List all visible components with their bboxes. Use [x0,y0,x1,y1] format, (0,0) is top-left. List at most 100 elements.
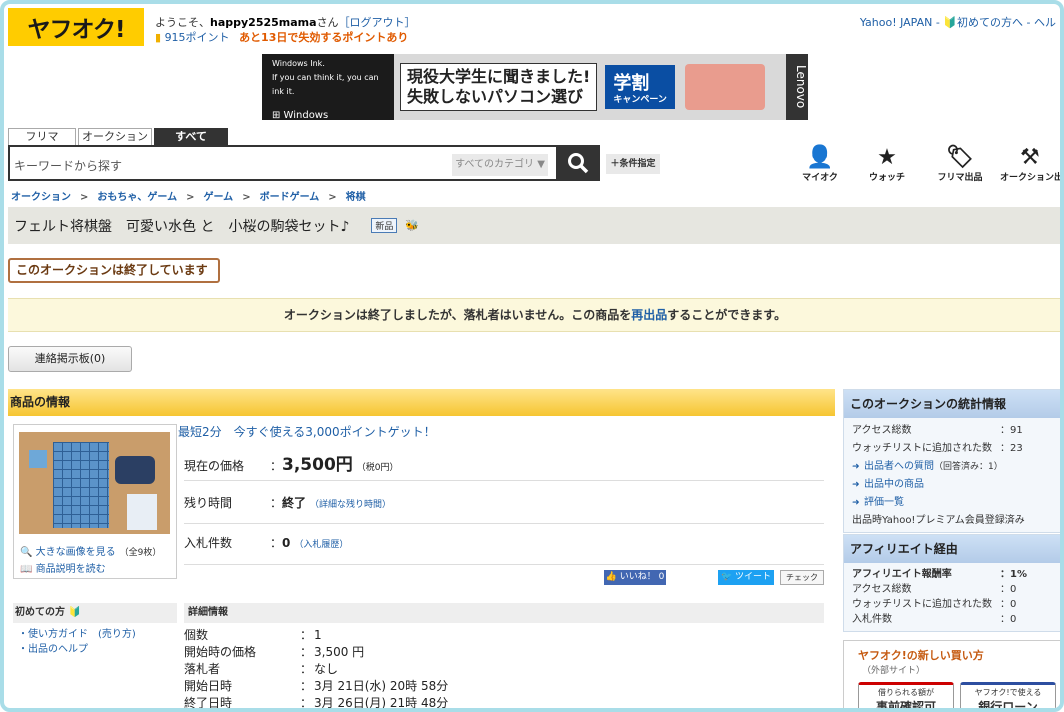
selling-help-link[interactable]: ・出品のヘルプ [18,644,88,655]
detail-row-end-date: 終了日時 ： 3月 26日(月) 21時 48分 [184,695,449,710]
bids-value: 0 [282,536,291,550]
tab-auction[interactable]: オークション [78,128,152,145]
like-button[interactable]: 👍 いいね！ 0 [604,570,666,585]
guide-link[interactable]: ・使い方ガイド (売り方) [18,629,136,640]
affiliate-rate: アフィリエイト報酬率 ： 1% [852,567,1054,582]
premium-note: 出品時Yahoo!プレミアム会員登録済み [852,515,1025,526]
relist-link[interactable]: 再出品 [631,308,667,322]
bid-history-link[interactable]: （入札履歴） [294,540,348,550]
relist-notice: オークションは終了しましたが、落札者はいません。この商品を再出品することができま… [8,298,1060,332]
remaining-time: 残り時間 ：終了 （詳細な残り時間） [184,494,391,511]
current-price: 現在の価格 ：3,500円 （税0円） [184,450,399,475]
affiliate-access-value: 0 [1010,584,1017,595]
time-detail-link[interactable]: （詳細な残り時間） [310,500,391,510]
detail-value: 3月 26日(月) 21時 48分 [314,696,449,710]
bee-icon: 🐝 [405,219,420,232]
affiliate-bids: 入札件数 ： 0 [852,612,1054,627]
win-line2: If you can think it, you can ink it. [272,73,379,96]
lenovo-ad: 現役大学生に聞きました! 失敗しないパソコン選び 学割 キャンペーン [394,54,786,120]
detail-row-winner: 落札者 ：なし [184,661,448,678]
tab-all[interactable]: すべて [154,128,228,145]
colon: ： [300,679,313,693]
affiliate-rate-label: アフィリエイト報酬率 [852,569,952,580]
colon: ： [1000,443,1010,454]
time-label: 残り時間 [184,496,233,510]
detail-key: 個数 [184,628,209,642]
breadcrumb-sep: > [328,192,337,203]
message-board-button[interactable]: 連絡掲示板(0) [8,346,132,372]
ad-headline-1: 現役大学生に聞きました! [407,67,591,86]
top-links[interactable]: Yahoo! JAPAN - 🔰初めての方へ - ヘル [860,14,1056,30]
affiliate-access: アクセス総数 ： 0 [852,582,1054,597]
category-select[interactable]: すべてのカテゴリ ▼ [452,154,548,176]
points-info: ▮ 915ポイント あと13日で失効するポイントあり [155,29,408,45]
breadcrumb-game[interactable]: ゲーム [203,192,233,203]
pre-check-button[interactable]: 借りられる額が 事前確認可 [858,682,954,708]
points-expire-notice[interactable]: あと13日で失効するポイントあり [239,31,408,44]
tag-icon: 🏷 [946,145,974,170]
bank-loan-button[interactable]: ヤフオク!で使える 銀行ローン [960,682,1056,708]
search-button[interactable] [556,145,600,181]
win-line1: Windows Ink. [272,59,325,68]
selling-items-link[interactable]: 出品中の商品 [852,479,924,490]
windows-logo: ⊞ Windows [272,110,329,121]
affiliate-bids-label: 入札件数 [852,614,892,625]
stats-question: 出品者への質問（回答済み：1） [852,458,1054,476]
nav-watch[interactable]: ★ ウォッチ [857,146,917,184]
description-link[interactable]: 商品説明を読む [36,564,106,575]
campaign-title: 学割 [613,73,650,94]
points-promo-link[interactable]: 最短2分 今すぐ使える3,000ポイントゲット！ [178,423,436,440]
nav-auction-sell-label: オークション出品 [1000,173,1064,183]
affiliate-access-label: アクセス総数 [852,584,912,595]
affiliate-header: アフィリエイト経由 [844,535,1060,563]
colon: ： [1000,425,1010,436]
colon: ： [300,645,313,659]
pre-check-sub: 借りられる額が [878,688,934,697]
nav-myauction[interactable]: 👤 マイオク [790,146,850,184]
search-tabs: フリマ オークション すべて [8,128,228,145]
price-value: 3,500円 [282,455,353,475]
bid-count: 入札件数 ：0 （入札履歴） [184,534,348,551]
breadcrumb-shogi[interactable]: 将棋 [346,192,366,203]
breadcrumb-auction[interactable]: オークション [11,192,71,203]
tweet-button[interactable]: 🐦 ツイート [718,570,774,585]
item-thumbnail[interactable] [19,432,170,534]
seller-question-link[interactable]: 出品者への質問 [852,461,934,472]
logout-link[interactable]: ［ログアウト］ [339,16,416,29]
price-tax: （税0円） [356,463,399,473]
breadcrumb-boardgame[interactable]: ボードゲーム [260,192,320,203]
search-input[interactable]: キーワードから探す すべてのカテゴリ ▼ [8,145,556,181]
welcome-suffix: さん [316,16,339,29]
nav-myauction-label: マイオク [802,173,838,183]
nav-watch-label: ウォッチ [868,173,905,183]
new-buying-panel: ヤフオク!の新しい買い方 （外部サイト） 借りられる額が 事前確認可 ヤフオク!で使… [843,640,1060,708]
breadcrumb-toys[interactable]: おもちゃ、ゲーム [97,192,177,203]
rating-list-link[interactable]: 評価一覧 [852,497,904,508]
colon: ： [270,496,283,510]
book-icon: 📖 [20,564,33,575]
stats-header: このオークションの統計情報 [844,390,1060,418]
colon: ： [1000,614,1010,625]
thumb-pouch [115,456,155,484]
details-table: 個数： 1 開始時の価格： 3,500 円 落札者：なし 開始日時： 3月 21日(水… [184,627,449,710]
detail-value: 1 [314,628,322,642]
tab-furima[interactable]: フリマ [8,128,76,145]
username: happy2525mama [210,16,317,29]
magnifier-icon: 🔍 [20,547,33,558]
ad-banner[interactable]: Windows Ink. If you can think it, you ca… [262,54,808,121]
yahuoku-logo[interactable]: ヤフオク! [8,8,144,46]
nav-furima-sell[interactable]: 🏷 フリマ出品 [930,145,990,184]
affiliate-rate-value: 1% [1010,569,1027,580]
first-time-header: 初めての方 🔰 [13,603,177,623]
conditions-button[interactable]: ＋条件指定 [606,154,660,174]
nav-auction-sell[interactable]: ⚒ オークション出品 [1000,146,1064,183]
social-buttons: 👍 いいね！ 0 🐦 ツイート チェック [604,570,824,585]
detail-value: なし [314,662,339,676]
question-count: （回答済み：1） [934,462,1003,472]
points-link[interactable]: 915ポイント [165,31,230,44]
thumb-board [53,442,109,528]
search-placeholder: キーワードから探す [14,159,123,173]
enlarge-image-link[interactable]: 大きな画像を見る [36,547,116,558]
check-button[interactable]: チェック [780,570,824,585]
colon: ： [1000,584,1010,595]
